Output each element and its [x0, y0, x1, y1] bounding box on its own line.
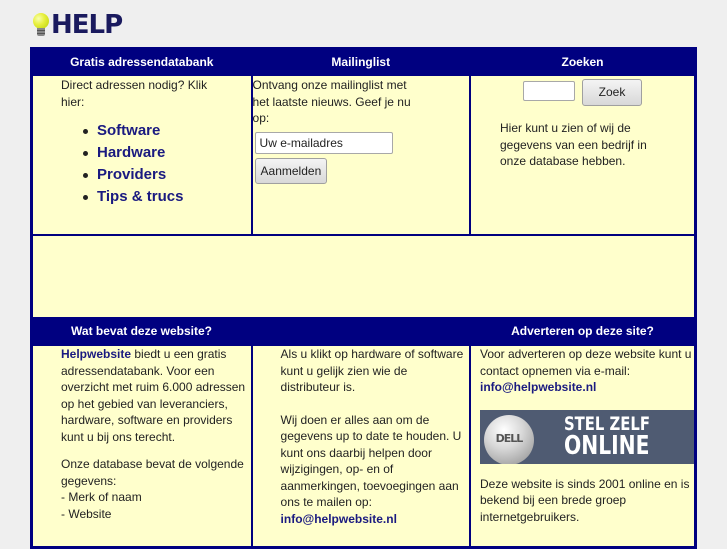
addresses-intro: Direct adressen nodig? Klik hier:: [61, 78, 208, 109]
about-col2-para1: Als u klikt op hardware of software kunt…: [280, 347, 464, 394]
advertise-intro: Voor adverteren op deze website kunt u c…: [479, 347, 692, 378]
signup-button[interactable]: Aanmelden: [254, 157, 328, 184]
about-field: - Website: [61, 506, 112, 521]
search-panel: Zoek Hier kunt u zien of wij de gegevens…: [469, 75, 695, 235]
header-about-title: Wat bevat deze website?: [71, 324, 212, 338]
main-layout-table: Gratis adressendatabank Mailinglist Zoek…: [30, 47, 697, 549]
about-panel-2: Als u klikt op hardware of software kunt…: [251, 345, 470, 547]
advertise-footer: Deze website is sinds 2001 online en is …: [479, 476, 690, 524]
empty-banner-row: [32, 235, 695, 318]
dell-banner-ad[interactable]: DELL STEL ZELF ONLINE: [479, 409, 694, 464]
mailinglist-intro: Ontvang onze mailinglist met het laatste…: [252, 78, 411, 125]
link-providers[interactable]: Providers: [83, 164, 251, 186]
advertise-panel: Voor adverteren op deze website kunt u c…: [469, 345, 695, 547]
mailinglist-panel: Ontvang onze mailinglist met het laatste…: [251, 75, 470, 235]
header-about: Wat bevat deze website?: [32, 318, 470, 345]
search-description: Hier kunt u zien of wij de gegevens van …: [499, 121, 647, 168]
addresses-panel: Direct adressen nodig? Klik hier: Softwa…: [32, 75, 252, 235]
search-form: Zoek: [471, 79, 694, 106]
about-panel: Helpwebsite biedt u een gratis adressend…: [32, 345, 252, 547]
email-input[interactable]: [254, 131, 393, 154]
header-addresses: Gratis adressendatabank: [32, 49, 252, 75]
search-input[interactable]: [522, 81, 575, 101]
about-field: - Merk of naam: [61, 490, 142, 504]
about-para1: Helpwebsite biedt u een gratis adressend…: [61, 347, 246, 444]
banner-line2: ONLINE: [563, 430, 650, 461]
about-para2: Onze database bevat de volgende gegevens…: [61, 457, 244, 488]
helpwebsite-link[interactable]: Helpwebsite: [61, 347, 131, 361]
category-links: Software Hardware Providers Tips & trucs: [33, 120, 251, 208]
link-hardware[interactable]: Hardware: [83, 142, 251, 164]
search-button[interactable]: Zoek: [581, 79, 642, 106]
header-search: Zoeken: [469, 49, 695, 75]
logo-text: HELP: [51, 10, 123, 40]
site-logo[interactable]: HELP: [32, 8, 123, 42]
dell-logo-icon: DELL: [483, 414, 534, 464]
link-tips-trucs[interactable]: Tips & trucs: [83, 186, 251, 208]
link-software[interactable]: Software: [83, 120, 251, 142]
header-mailinglist: Mailinglist: [251, 49, 470, 75]
advertise-email-link[interactable]: info@helpwebsite.nl: [480, 380, 596, 394]
lightbulb-icon: [32, 11, 50, 39]
about-col2-para2: Wij doen er alles aan om de gegevens up …: [280, 412, 462, 510]
header-advertise: Adverteren op deze site?: [469, 318, 695, 345]
about-email-link[interactable]: info@helpwebsite.nl: [281, 512, 397, 526]
